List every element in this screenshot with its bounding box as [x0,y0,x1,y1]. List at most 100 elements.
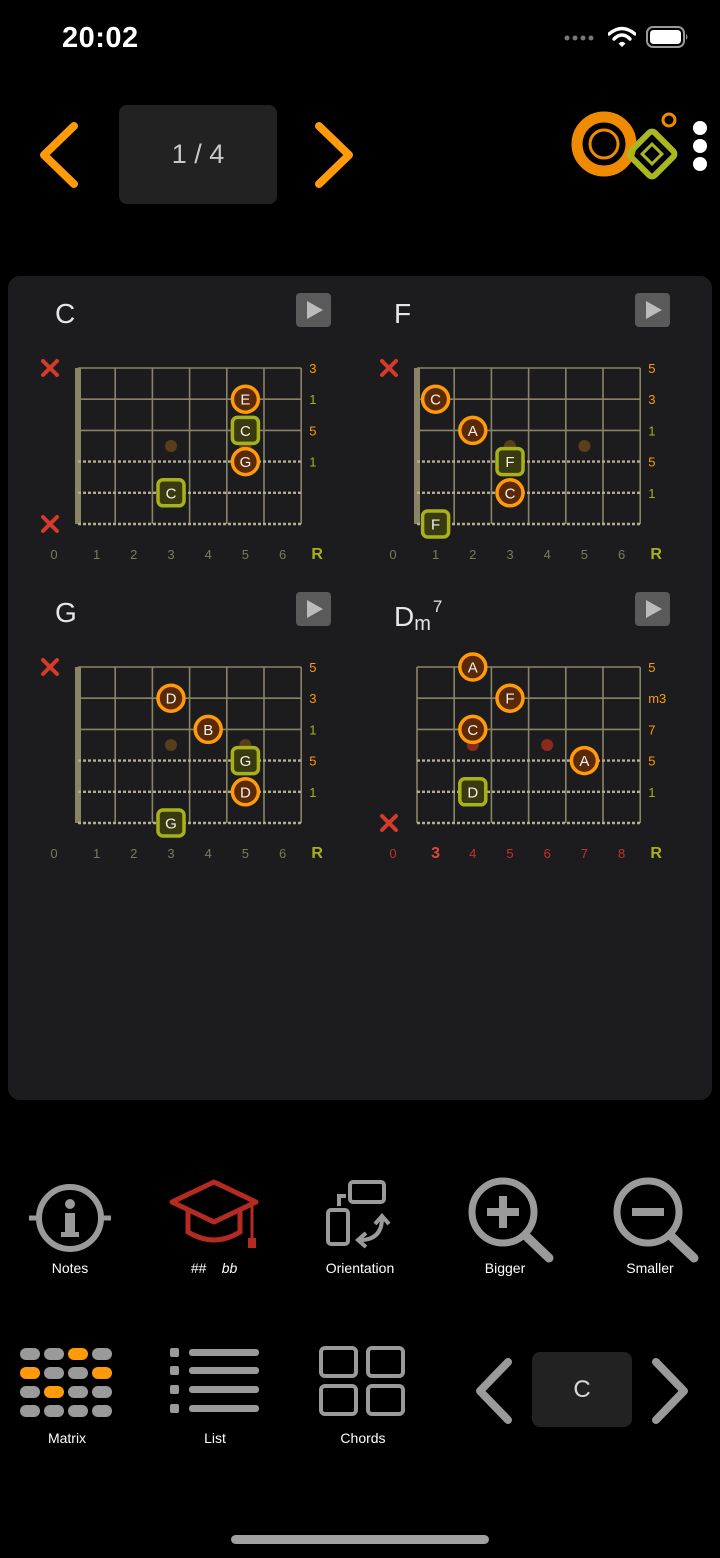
previous-key-button[interactable] [470,1354,520,1428]
signal-icon [564,35,594,41]
chord-panel: C ECGC31510123456R F CAFCF531510123456R … [8,276,712,1100]
notes-label: Notes [51,1260,89,1276]
matrix-cell [20,1386,40,1398]
battery-icon [646,26,688,48]
play-chord-button[interactable] [635,293,670,327]
app-logo-icon[interactable] [568,108,680,180]
chord-name: G [55,597,77,628]
key-selector[interactable]: C [532,1352,632,1427]
chord-diagram: CAFCF531510 1 2 3 4 5 6 R [380,359,662,563]
chord-name: F [394,298,412,329]
smaller-button[interactable]: Smaller [590,1172,710,1278]
note-label: B [203,722,213,739]
chords-button[interactable]: Chords [303,1345,423,1449]
play-chord-button[interactable] [296,592,331,626]
fret-number: 7 [581,846,588,861]
fret-number: 0 [389,547,396,562]
previous-page-button[interactable] [30,118,90,192]
fret-marker [165,440,177,452]
interval-label: 5 [648,455,655,470]
notes-button[interactable]: Notes [10,1178,130,1278]
fret-number: 6 [279,846,286,861]
list-button[interactable]: List [155,1345,275,1449]
matrix-cell [92,1386,112,1398]
fret-number: 5 [242,547,249,562]
note-label: F [505,691,514,708]
zoom-out-icon [613,1177,699,1263]
interval-label: 3 [309,361,316,376]
matrix-icon [20,1348,112,1417]
chords-grid-icon [319,1346,405,1416]
fret-number: 1 [93,547,100,562]
interval-label: 7 [648,722,655,737]
matrix-cell [44,1386,64,1398]
note-label: D [467,784,478,801]
accidentals-label: ## bb [190,1260,238,1276]
chord-diagram: A F C A D 5 m3 7 5 1 0 3 4 5 6 7 8 R [380,652,666,862]
interval-label: 3 [309,691,316,706]
interval-label: 1 [309,455,316,470]
fret-number: 8 [618,846,625,861]
fret-number: 4 [205,846,212,861]
accidentals-button[interactable]: ## bb [154,1178,274,1278]
matrix-button[interactable]: Matrix [7,1345,127,1449]
muted-string-icon [41,359,59,377]
note-label: G [240,454,252,471]
more-options-icon[interactable] [690,118,710,178]
fret-number: 1 [432,547,439,562]
note-label: D [166,691,177,708]
note-label: C [240,423,251,440]
smaller-label: Smaller [626,1260,674,1276]
home-indicator [231,1535,489,1544]
fret-marker [578,440,591,452]
root-legend: R [650,845,662,862]
list-icon [170,1348,259,1413]
chords-label: Chords [340,1430,386,1446]
fret-number: 6 [544,846,551,861]
fret-number: 6 [618,547,625,562]
zoom-in-icon [468,1177,554,1263]
note-label: E [240,392,250,409]
note-label: C [467,722,478,739]
interval-label: 1 [309,392,316,407]
note-label: G [240,753,252,770]
bigger-label: Bigger [484,1260,526,1276]
matrix-cell [68,1386,88,1398]
list-label: List [204,1430,226,1446]
fret-number: 0 [50,547,57,562]
play-chord-button[interactable] [296,293,331,327]
matrix-cell [92,1367,112,1379]
status-time: 20:02 [62,22,139,54]
bigger-button[interactable]: Bigger [445,1172,565,1278]
matrix-label: Matrix [47,1430,87,1446]
fret-number: 2 [130,547,137,562]
chord-diagram: DBGDG531510 1 2 3 4 5 6 R [41,658,323,862]
fret-number: 3 [167,547,174,562]
note-label: G [165,816,177,833]
note-label: D [240,784,251,801]
next-key-button[interactable] [644,1354,694,1428]
orientation-icon [326,1180,391,1249]
matrix-cell [44,1405,64,1417]
fret-number: 0 [389,846,396,861]
play-chord-button[interactable] [635,592,670,626]
matrix-cell [20,1348,40,1360]
matrix-cell [68,1367,88,1379]
note-label: F [505,454,514,471]
matrix-cell [20,1405,40,1417]
note-label: A [579,753,589,770]
fret-number: 4 [544,547,551,562]
fret-number: 2 [130,846,137,861]
root-legend: R [650,546,662,563]
muted-string-icon [380,814,398,832]
page-indicator[interactable]: 1 / 4 [119,105,277,204]
root-legend: R [311,845,323,862]
wifi-icon [608,26,636,47]
note-label: C [166,485,177,502]
next-page-button[interactable] [305,118,365,192]
fret-number: 3 [167,846,174,861]
root-legend: R [311,546,323,563]
orientation-button[interactable]: Orientation [300,1178,420,1278]
fret-number: 4 [205,547,212,562]
matrix-cell [92,1348,112,1360]
